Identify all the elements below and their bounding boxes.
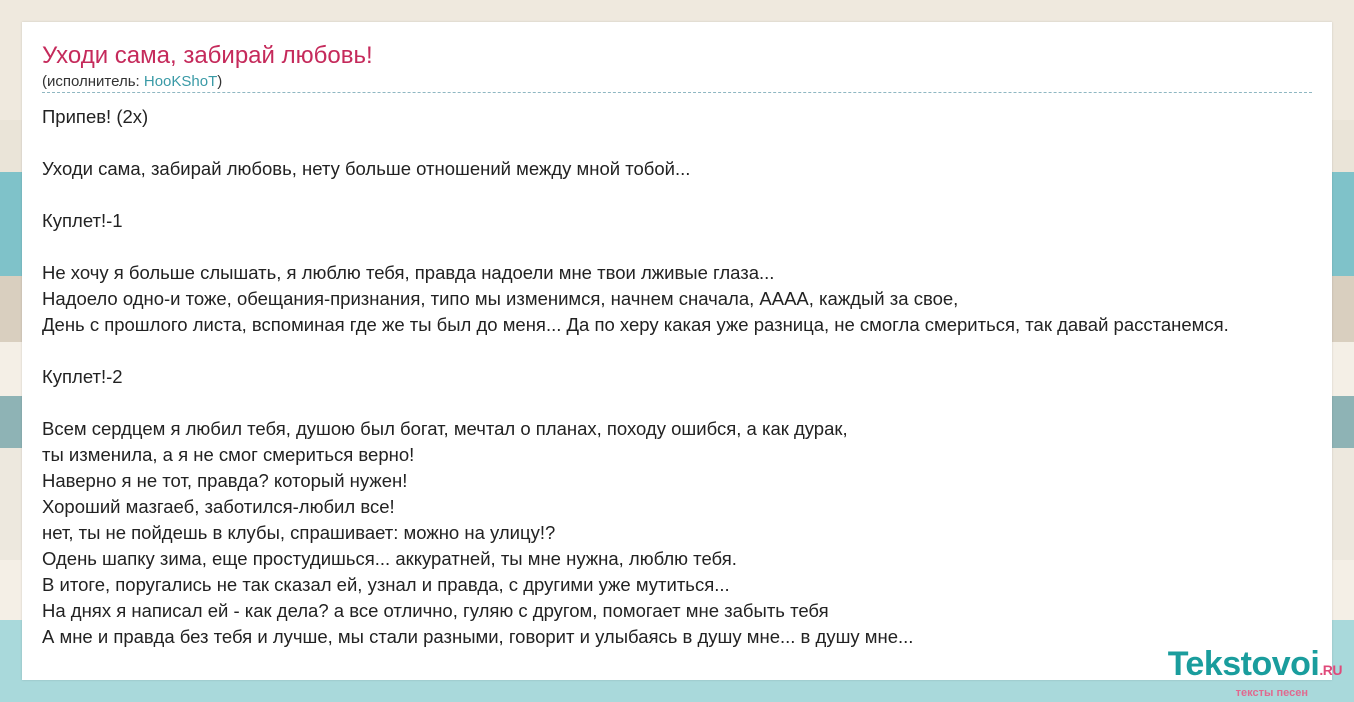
logo-tagline: тексты песен (1235, 687, 1308, 699)
title-divider (42, 92, 1312, 93)
lyric-line: ты изменила, а я не смог смериться верно… (42, 444, 415, 465)
lyric-line: А мне и правда без тебя и лучше, мы стал… (42, 626, 914, 647)
lyric-line: Хороший мазгаеб, заботился-любил все! (42, 496, 395, 517)
lyric-line: День с прошлого листа, вспоминая где же … (42, 314, 1229, 335)
lyric-line: Куплет!-1 (42, 210, 123, 231)
lyric-line: Надоело одно-и тоже, обещания-признания,… (42, 288, 959, 309)
lyric-line: Всем сердцем я любил тебя, душою был бог… (42, 418, 848, 439)
logo-name: Tekstovoi (1167, 645, 1320, 683)
lyric-line (42, 234, 1229, 260)
lyric-line: Куплет!-2 (42, 366, 123, 387)
lyric-line (42, 130, 1229, 156)
logo-suffix: .RU (1319, 662, 1342, 678)
artist-suffix: ) (217, 73, 223, 90)
lyric-line (42, 338, 1229, 364)
song-title: Уходи сама, забирай любовь! (42, 42, 373, 69)
artist-prefix: (исполнитель: (42, 73, 144, 90)
lyrics-card: Уходи сама, забирай любовь! (исполнитель… (22, 22, 1332, 680)
lyric-line: нет, ты не пойдешь в клубы, спрашивает: … (42, 522, 556, 543)
lyric-line (42, 390, 1229, 416)
lyric-line: Не хочу я больше слышать, я люблю тебя, … (42, 262, 775, 283)
lyric-line: В итоге, поругались не так сказал ей, уз… (42, 574, 730, 595)
lyric-line: На днях я написал ей - как дела? а все о… (42, 600, 829, 621)
lyric-line: Одень шапку зима, еще простудишься... ак… (42, 548, 737, 569)
lyrics-text: Припев! (2x) Уходи сама, забирай любовь, … (42, 104, 1229, 650)
lyric-line: Припев! (2x) (42, 106, 149, 127)
lyric-line: Уходи сама, забирай любовь, нету больше … (42, 158, 691, 179)
artist-link[interactable]: HooKShoT (144, 73, 217, 90)
site-logo[interactable]: Tekstovoi.RU тексты песен (1167, 645, 1343, 699)
lyric-line: Наверно я не тот, правда? который нужен! (42, 470, 408, 491)
artist-line: (исполнитель: HooKShoT) (42, 73, 222, 90)
lyric-line (42, 182, 1229, 208)
